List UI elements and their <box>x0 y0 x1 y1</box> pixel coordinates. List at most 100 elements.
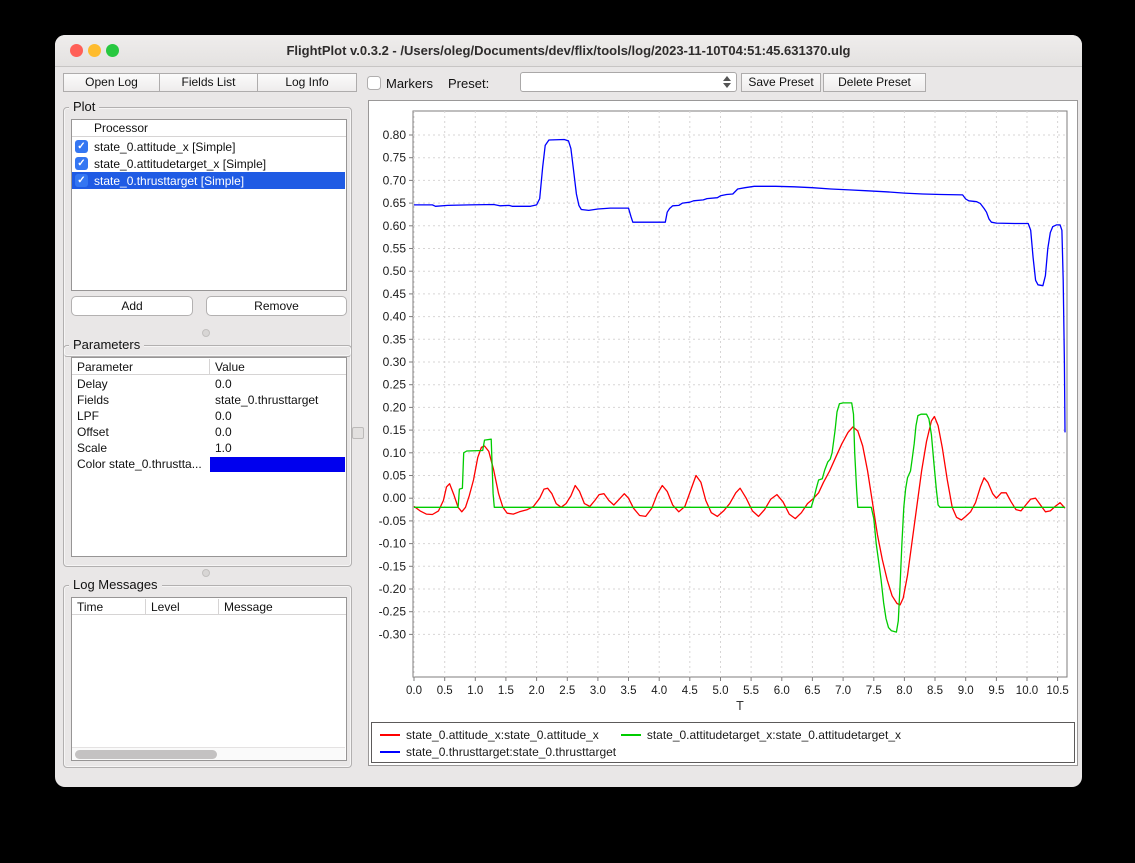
svg-text:7.0: 7.0 <box>835 685 851 697</box>
svg-text:8.5: 8.5 <box>927 685 943 697</box>
param-row-lpf[interactable]: LPF 0.0 <box>72 408 345 424</box>
svg-text:5.0: 5.0 <box>713 685 729 697</box>
param-value: 0.0 <box>215 409 232 423</box>
window-title: FlightPlot v.0.3.2 - /Users/oleg/Documen… <box>55 43 1082 58</box>
level-column-header: Level <box>151 600 180 614</box>
legend-label: state_0.thrusttarget:state_0.thrusttarge… <box>406 745 616 759</box>
svg-text:10.5: 10.5 <box>1046 685 1068 697</box>
horizontal-scrollbar[interactable] <box>72 747 345 760</box>
svg-text:0.55: 0.55 <box>383 242 407 256</box>
open-log-button[interactable]: Open Log <box>63 73 160 92</box>
log-messages-table: Time Level Message <box>71 597 347 761</box>
processor-column-header: Processor <box>72 120 346 137</box>
log-header-row: Time Level Message <box>72 598 346 615</box>
svg-text:0.80: 0.80 <box>383 128 407 142</box>
param-row-delay[interactable]: Delay 0.0 <box>72 376 345 392</box>
svg-text:0.60: 0.60 <box>383 219 407 233</box>
plot-item-label: state_0.attitudetarget_x [Simple] <box>94 157 266 171</box>
add-button[interactable]: Add <box>71 296 193 316</box>
parameter-column-header: Parameter <box>77 360 133 374</box>
param-name: Offset <box>77 425 109 439</box>
parameters-group: Parameters Parameter Value Delay 0.0 Fie… <box>63 345 352 567</box>
plot-item-attitude-x[interactable]: ✓ state_0.attitude_x [Simple] <box>72 138 345 155</box>
svg-text:0.5: 0.5 <box>437 685 453 697</box>
preset-label: Preset: <box>448 76 489 91</box>
svg-text:0.10: 0.10 <box>383 446 407 460</box>
chart-legend: state_0.attitude_x:state_0.attitude_x st… <box>371 722 1075 763</box>
svg-text:1.5: 1.5 <box>498 685 514 697</box>
svg-text:-0.10: -0.10 <box>379 537 407 551</box>
svg-text:5.5: 5.5 <box>743 685 759 697</box>
svg-text:0.30: 0.30 <box>383 355 407 369</box>
chevron-up-icon <box>723 76 731 81</box>
chevron-down-icon <box>723 83 731 88</box>
parameters-header-row: Parameter Value <box>72 358 346 375</box>
legend-item: state_0.attitudetarget_x:state_0.attitud… <box>621 728 901 742</box>
svg-text:0.20: 0.20 <box>383 400 407 414</box>
flight-chart[interactable]: 0.00.51.01.52.02.53.03.54.04.55.05.56.06… <box>369 101 1077 721</box>
plot-item-attitudetarget-x[interactable]: ✓ state_0.attitudetarget_x [Simple] <box>72 155 345 172</box>
svg-text:4.5: 4.5 <box>682 685 698 697</box>
param-row-offset[interactable]: Offset 0.0 <box>72 424 345 440</box>
svg-text:9.0: 9.0 <box>958 685 974 697</box>
svg-text:0.35: 0.35 <box>383 332 407 346</box>
remove-button[interactable]: Remove <box>206 296 347 316</box>
svg-text:0.05: 0.05 <box>383 469 407 483</box>
svg-text:2.0: 2.0 <box>529 685 545 697</box>
param-name: Delay <box>77 377 108 391</box>
param-value: 0.0 <box>215 425 232 439</box>
red-line-icon <box>380 734 400 736</box>
svg-text:3.5: 3.5 <box>621 685 637 697</box>
green-line-icon <box>621 734 641 736</box>
svg-text:0.75: 0.75 <box>383 151 407 165</box>
checkbox-checked-icon[interactable]: ✓ <box>75 157 88 170</box>
plot-group-title: Plot <box>69 99 99 114</box>
svg-text:3.0: 3.0 <box>590 685 606 697</box>
markers-checkbox[interactable] <box>367 76 381 90</box>
column-divider[interactable] <box>218 599 219 614</box>
checkbox-checked-icon[interactable]: ✓ <box>75 140 88 153</box>
checkbox-checked-icon[interactable]: ✓ <box>75 174 88 187</box>
svg-text:9.5: 9.5 <box>988 685 1004 697</box>
param-value: 0.0 <box>215 377 232 391</box>
delete-preset-button[interactable]: Delete Preset <box>823 73 926 92</box>
legend-item: state_0.thrusttarget:state_0.thrusttarge… <box>380 745 616 759</box>
column-divider[interactable] <box>209 359 210 374</box>
splitter-handle[interactable] <box>202 569 210 577</box>
param-row-color[interactable]: Color state_0.thrustta... <box>72 456 345 473</box>
splitter-handle[interactable] <box>202 329 210 337</box>
param-row-scale[interactable]: Scale 1.0 <box>72 440 345 456</box>
param-row-fields[interactable]: Fields state_0.thrusttarget <box>72 392 345 408</box>
parameters-table: Parameter Value Delay 0.0 Fields state_0… <box>71 357 347 557</box>
markers-label: Markers <box>386 76 433 91</box>
svg-text:0.15: 0.15 <box>383 423 407 437</box>
scrollbar-thumb[interactable] <box>75 750 217 759</box>
log-info-button[interactable]: Log Info <box>257 73 357 92</box>
svg-text:-0.25: -0.25 <box>379 605 407 619</box>
svg-text:T: T <box>736 699 744 713</box>
processor-table: Processor ✓ state_0.attitude_x [Simple] … <box>71 119 347 291</box>
param-value: state_0.thrusttarget <box>215 393 318 407</box>
svg-text:2.5: 2.5 <box>559 685 575 697</box>
column-divider[interactable] <box>145 599 146 614</box>
plot-item-thrusttarget[interactable]: ✓ state_0.thrusttarget [Simple] <box>72 172 345 189</box>
svg-text:-0.05: -0.05 <box>379 514 407 528</box>
stepper-icon[interactable] <box>720 75 733 89</box>
vertical-splitter-handle[interactable] <box>352 427 364 439</box>
svg-text:-0.20: -0.20 <box>379 582 407 596</box>
svg-text:-0.30: -0.30 <box>379 627 407 641</box>
svg-text:8.0: 8.0 <box>896 685 912 697</box>
app-window: FlightPlot v.0.3.2 - /Users/oleg/Documen… <box>55 35 1082 787</box>
svg-text:0.25: 0.25 <box>383 378 407 392</box>
preset-combobox[interactable] <box>520 72 737 92</box>
fields-list-button[interactable]: Fields List <box>159 73 258 92</box>
svg-text:0.0: 0.0 <box>406 685 422 697</box>
svg-text:6.0: 6.0 <box>774 685 790 697</box>
svg-text:0.65: 0.65 <box>383 196 407 210</box>
save-preset-button[interactable]: Save Preset <box>741 73 821 92</box>
color-swatch[interactable] <box>210 457 345 472</box>
svg-text:-0.15: -0.15 <box>379 559 407 573</box>
svg-text:10.0: 10.0 <box>1016 685 1038 697</box>
title-bar[interactable]: FlightPlot v.0.3.2 - /Users/oleg/Documen… <box>55 35 1082 67</box>
chart-panel: 0.00.51.01.52.02.53.03.54.04.55.05.56.06… <box>368 100 1078 766</box>
